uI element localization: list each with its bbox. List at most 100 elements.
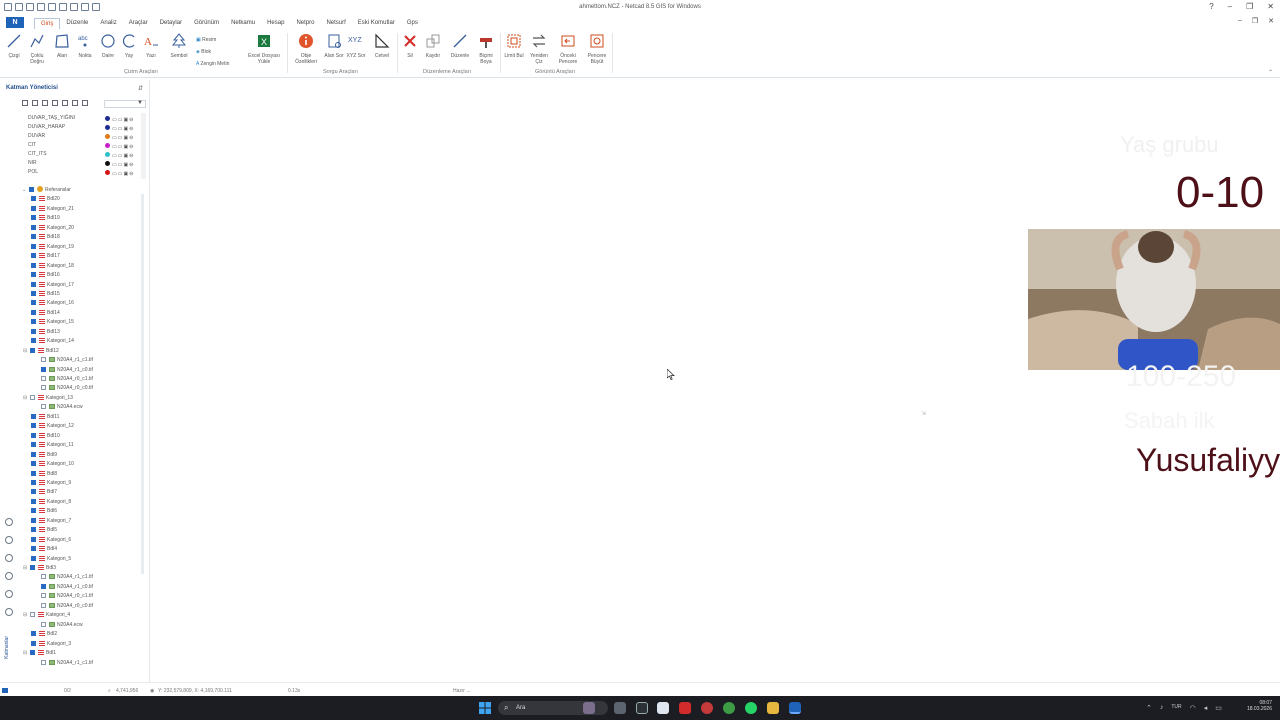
- tab-duzenle[interactable]: Düzenle: [60, 18, 94, 29]
- tab-eski-komutlar[interactable]: Eski Komutlar: [352, 18, 401, 29]
- reference-layer-item[interactable]: Bdl16: [31, 271, 60, 280]
- tree-checkbox[interactable]: [31, 508, 36, 514]
- previous-window-button[interactable]: Önceki Pencere: [555, 33, 581, 65]
- taskbar-clock[interactable]: 08:07 18.03.2026: [1247, 700, 1272, 712]
- collapse-icon[interactable]: [82, 100, 88, 106]
- area-button[interactable]: Alan: [51, 33, 73, 59]
- tree-checkbox[interactable]: [30, 394, 35, 400]
- tree-checkbox[interactable]: [31, 205, 36, 211]
- raster-item[interactable]: N20A4.ecw: [41, 621, 83, 630]
- tree-checkbox[interactable]: [41, 376, 46, 381]
- tab-gps[interactable]: Gps: [401, 18, 424, 29]
- tree-checkbox[interactable]: [31, 546, 36, 552]
- taskbar-widget-icon[interactable]: [583, 702, 595, 714]
- measure-rail-icon[interactable]: [5, 590, 13, 598]
- reference-layer-item[interactable]: Bdl20: [31, 195, 60, 204]
- tree-checkbox[interactable]: [29, 187, 34, 192]
- collapse-arrow-icon[interactable]: ⊟: [23, 347, 28, 356]
- reference-layer-item[interactable]: Kategori_16: [31, 299, 74, 308]
- tree-checkbox[interactable]: [31, 536, 36, 542]
- reference-layer-item[interactable]: Bdl8: [31, 470, 57, 479]
- layer-state-icons[interactable]: ▭▭▣⊖: [112, 170, 134, 179]
- close-button[interactable]: ✕: [1267, 2, 1274, 11]
- reference-layer-item[interactable]: ⊟ Bdl1: [23, 649, 56, 658]
- reference-layer-item[interactable]: Bdl11: [31, 413, 59, 422]
- reference-layer-item[interactable]: ⊟ Kategori_13: [23, 394, 73, 403]
- tree-checkbox[interactable]: [41, 574, 46, 580]
- tab-netsurf[interactable]: Netsurf: [320, 18, 351, 29]
- tree-checkbox[interactable]: [31, 290, 36, 296]
- reference-layer-item[interactable]: Kategori_7: [31, 517, 71, 526]
- raster-item[interactable]: N20A4_r1_c1.tif: [41, 356, 93, 365]
- tree-checkbox[interactable]: [31, 479, 36, 485]
- layer-color-swatch[interactable]: [105, 134, 110, 139]
- tree-checkbox[interactable]: [31, 517, 36, 523]
- circle-button[interactable]: Daire: [97, 33, 119, 59]
- line-button[interactable]: Çizgi: [3, 33, 25, 59]
- layer-color-swatch[interactable]: [105, 161, 110, 166]
- reference-layer-item[interactable]: Bdl14: [31, 309, 60, 318]
- layer-properties-icon[interactable]: [42, 100, 48, 106]
- reference-layer-item[interactable]: Kategori_20: [31, 224, 74, 233]
- reference-layer-item[interactable]: ⊟ Bdl12: [23, 347, 59, 356]
- reference-layer-item[interactable]: Kategori_6: [31, 536, 71, 545]
- tree-checkbox[interactable]: [30, 347, 35, 353]
- tree-checkbox[interactable]: [41, 357, 46, 363]
- tree-root-references[interactable]: ⌄ Referanslar: [22, 186, 71, 195]
- reference-layer-item[interactable]: Kategori_5: [31, 555, 71, 564]
- layer-row[interactable]: POL ▭▭▣⊖: [27, 168, 147, 177]
- reference-layer-item[interactable]: Kategori_21: [31, 205, 74, 214]
- tree-checkbox[interactable]: [31, 432, 36, 438]
- search-rail-icon[interactable]: [5, 572, 13, 580]
- raster-item[interactable]: N20A4_r0_c0.tif: [41, 384, 93, 393]
- tab-detaylar[interactable]: Detaylar: [154, 18, 188, 29]
- doc-restore-button[interactable]: ❐: [1252, 17, 1258, 25]
- tree-scrollbar[interactable]: [141, 194, 144, 574]
- collapse-arrow-icon[interactable]: ⊟: [23, 394, 28, 403]
- layer-row[interactable]: CIT_ITS ▭▭▣⊖: [27, 150, 147, 159]
- raster-item[interactable]: N20A4.ecw: [41, 403, 83, 412]
- reference-layer-item[interactable]: Bdl17: [31, 252, 60, 261]
- arc-button[interactable]: Yay: [118, 33, 140, 59]
- tree-checkbox[interactable]: [31, 413, 36, 419]
- reference-layer-item[interactable]: Bdl4: [31, 545, 57, 554]
- add-layer-icon[interactable]: [22, 100, 28, 106]
- chrome-icon[interactable]: [723, 702, 735, 714]
- tree-checkbox[interactable]: [31, 423, 36, 429]
- layer-filter-icon[interactable]: [52, 100, 58, 106]
- tree-checkbox[interactable]: [31, 527, 36, 533]
- layer-row[interactable]: CIT ▭▭▣⊖: [27, 141, 147, 150]
- windows-start-icon[interactable]: [479, 702, 491, 714]
- tree-checkbox[interactable]: [31, 461, 36, 467]
- tree-checkbox[interactable]: [31, 470, 36, 476]
- tree-checkbox[interactable]: [31, 328, 36, 334]
- raster-item[interactable]: N20A4_r1_c1.tif: [41, 659, 93, 668]
- raster-item[interactable]: N20A4_r1_c1.tif: [41, 573, 93, 582]
- task-view-icon[interactable]: [614, 702, 626, 714]
- netcad-taskbar-icon[interactable]: [789, 702, 801, 714]
- point-button[interactable]: abc Nokta: [74, 33, 96, 59]
- reference-layer-item[interactable]: Kategori_8: [31, 498, 71, 507]
- app-icon-2[interactable]: [657, 702, 669, 714]
- reference-layer-item[interactable]: Bdl19: [31, 214, 60, 223]
- reference-layer-item[interactable]: Bdl18: [31, 233, 60, 242]
- block-button[interactable]: ◈ Blok: [196, 46, 229, 58]
- layer-color-swatch[interactable]: [105, 116, 110, 121]
- panel-pin-icon[interactable]: ⇵: [138, 85, 143, 92]
- tree-checkbox[interactable]: [31, 300, 36, 306]
- tree-checkbox[interactable]: [31, 262, 36, 268]
- tab-araclar[interactable]: Araçlar: [123, 18, 154, 29]
- reference-layer-item[interactable]: Bdl9: [31, 451, 57, 460]
- reference-layer-item[interactable]: Kategori_14: [31, 337, 74, 346]
- reference-layer-item[interactable]: Bdl6: [31, 507, 57, 516]
- wifi-icon[interactable]: ◠: [1190, 704, 1196, 712]
- rich-text-button[interactable]: A Zengin Metin: [196, 58, 229, 70]
- collapse-arrow-icon[interactable]: ⊟: [23, 564, 28, 573]
- limit-find-button[interactable]: Limit Bul: [503, 33, 525, 59]
- tree-checkbox[interactable]: [31, 196, 36, 202]
- move-button[interactable]: Kaydır: [422, 33, 444, 59]
- tab-netkamu[interactable]: Netkamu: [225, 18, 261, 29]
- tree-checkbox[interactable]: [31, 272, 36, 278]
- layers-rail-icon[interactable]: [5, 518, 13, 526]
- raster-item[interactable]: N20A4_r0_c0.tif: [41, 602, 93, 611]
